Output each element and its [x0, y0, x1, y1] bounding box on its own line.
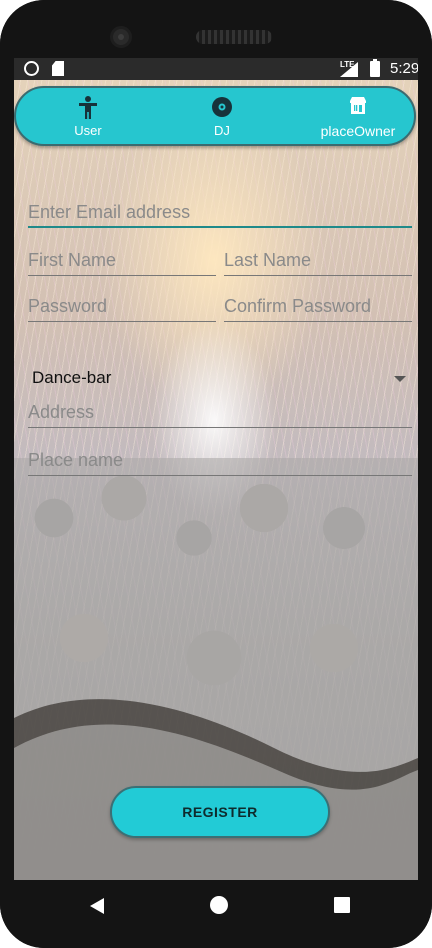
device-top-bezel	[0, 0, 432, 60]
home-icon[interactable]	[210, 896, 228, 914]
last-name-field[interactable]	[224, 246, 412, 276]
recent-apps-icon[interactable]	[334, 897, 350, 913]
place-type-dropdown[interactable]: Dance-bar	[28, 362, 412, 394]
role-selector: User DJ placeOwner	[14, 86, 416, 146]
email-input[interactable]	[28, 198, 412, 226]
app-screen: LTE 5:29 User DJ placeOwner Enter Email …	[14, 58, 418, 880]
dropdown-arrow-icon	[394, 376, 406, 382]
last-name-input[interactable]	[224, 246, 412, 275]
status-bar: LTE 5:29	[14, 58, 418, 80]
confirm-password-input[interactable]	[224, 292, 412, 321]
place-type-value: Dance-bar	[32, 368, 112, 387]
role-user[interactable]: User	[28, 88, 148, 144]
disc-icon	[211, 96, 233, 121]
sd-card-icon	[52, 61, 64, 76]
role-dj[interactable]: DJ	[162, 88, 282, 144]
network-type: LTE	[340, 60, 355, 69]
first-name-field[interactable]	[28, 246, 216, 276]
role-dj-label: DJ	[214, 123, 230, 138]
password-field[interactable]	[28, 292, 216, 322]
email-field[interactable]	[28, 198, 412, 228]
role-placeowner[interactable]: placeOwner	[298, 88, 418, 144]
place-name-input[interactable]	[28, 446, 412, 475]
place-name-field[interactable]	[28, 446, 412, 476]
sync-icon	[24, 61, 39, 76]
earpiece-speaker	[196, 30, 272, 44]
battery-icon	[370, 59, 380, 77]
person-icon	[78, 96, 98, 123]
role-user-label: User	[74, 123, 102, 138]
address-field[interactable]	[28, 398, 412, 428]
back-icon[interactable]	[90, 898, 104, 914]
device-frame: LTE 5:29 User DJ placeOwner Enter Email …	[0, 0, 432, 948]
status-time: 5:29	[390, 60, 418, 77]
confirm-password-field[interactable]	[224, 292, 412, 322]
storefront-icon	[348, 96, 368, 119]
address-input[interactable]	[28, 398, 412, 427]
first-name-input[interactable]	[28, 246, 216, 275]
front-camera	[110, 26, 132, 48]
system-nav-bar	[0, 880, 432, 948]
role-placeowner-label: placeOwner	[320, 123, 396, 139]
password-input[interactable]	[28, 292, 216, 321]
register-button[interactable]: REGISTER	[110, 786, 330, 838]
